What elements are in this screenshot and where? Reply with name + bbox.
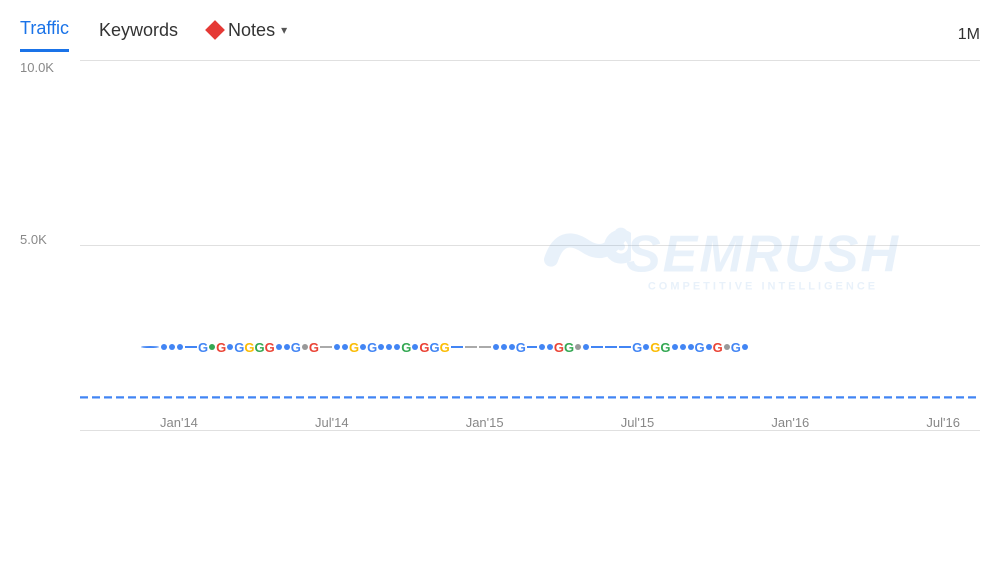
diamond-icon	[205, 20, 225, 40]
tab-notes[interactable]: Notes ▾	[208, 20, 287, 51]
right-value: 1M	[958, 26, 980, 44]
x-label-4: Jan'16	[771, 415, 809, 430]
tab-keywords[interactable]: Keywords	[99, 20, 178, 51]
notes-label: Notes	[228, 20, 275, 41]
y-label-top: 10.0K	[20, 60, 54, 75]
chart-area: 10.0K 5.0K SEMRUSH COMPETITIVE INTELLIGE…	[20, 60, 980, 490]
x-label-1: Jul'14	[315, 415, 349, 430]
google-icons-row: G G G G G G G G G G G G G G	[140, 332, 980, 362]
x-label-2: Jan'15	[466, 415, 504, 430]
x-axis: Jan'14 Jul'14 Jan'15 Jul'15 Jan'16 Jul'1…	[140, 415, 980, 430]
y-label-middle: 5.0K	[20, 232, 54, 247]
grid-line-bottom	[80, 430, 980, 431]
x-label-5: Jul'16	[926, 415, 960, 430]
chart-svg	[80, 60, 980, 430]
tabs-bar: Traffic Keywords Notes ▾ 1M	[0, 0, 1000, 60]
y-axis-labels: 10.0K 5.0K	[20, 60, 54, 404]
chart-inner: SEMRUSH COMPETITIVE INTELLIGENCE G G G G…	[80, 60, 980, 430]
chevron-down-icon: ▾	[281, 23, 287, 37]
tab-traffic[interactable]: Traffic	[20, 18, 69, 52]
x-label-3: Jul'15	[621, 415, 655, 430]
x-label-0: Jan'14	[160, 415, 198, 430]
